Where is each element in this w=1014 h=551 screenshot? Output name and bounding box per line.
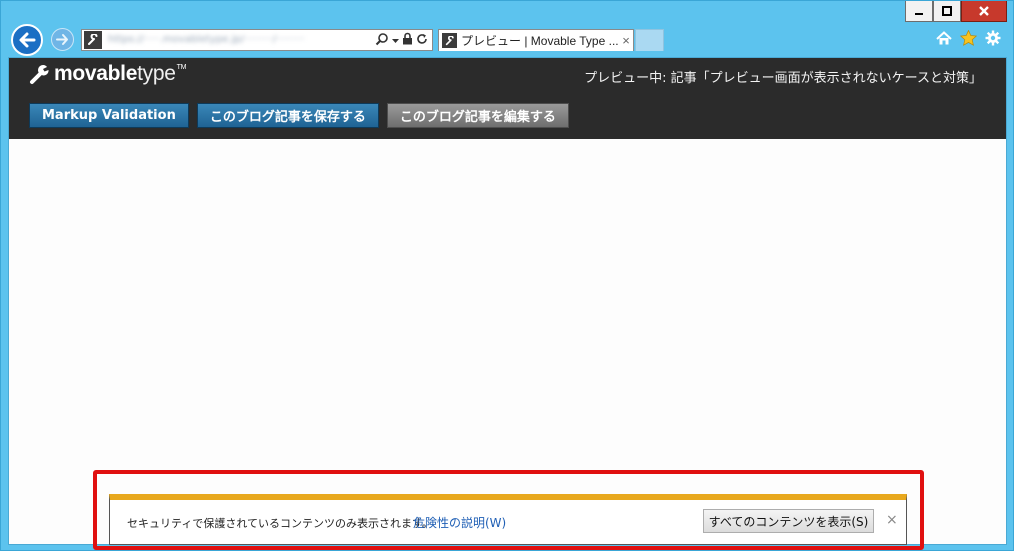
address-bar-icons [375,32,432,49]
search-icon[interactable] [375,32,389,49]
navigation-bar: https://·····.movabletype.jp/·········/·… [1,23,1014,57]
logo-trademark: TM [176,63,187,71]
wrench-favicon-icon [84,31,102,49]
wrench-logo-icon [30,65,49,84]
address-bar[interactable]: https://·····.movabletype.jp/·········/·… [81,29,433,51]
arrow-left-icon [19,32,36,48]
mt-preview-header: movable type TM プレビュー中: 記事「プレビュー画面が表示されないケ… [9,58,1006,139]
markup-validation-button[interactable]: Markup Validation [29,103,189,128]
arrow-right-icon [56,34,68,45]
minimize-icon [915,13,923,15]
logo-text-bold: movable [54,62,138,85]
risk-explanation-link[interactable]: 危険性の説明(W) [413,514,506,531]
refresh-icon[interactable] [416,33,428,48]
window-caption-buttons [905,1,1007,23]
preview-title: プレビュー中: 記事「プレビュー画面が表示されないケースと対策」 [584,71,982,86]
gear-icon[interactable] [985,30,1001,50]
wrench-favicon-icon [442,33,457,48]
save-entry-button[interactable]: このブログ記事を保存する [196,103,379,128]
minimize-button[interactable] [905,1,933,22]
address-url[interactable]: https://·····.movabletype.jp/·········/·… [108,34,375,46]
favorites-star-icon[interactable] [959,29,978,50]
close-window-button[interactable] [961,1,1007,22]
movabletype-logo: movable type TM [29,61,186,87]
lock-icon[interactable] [402,32,413,48]
security-notification-bar: セキュリティで保護されているコンテンツのみ表示されます。 危険性の説明(W) す… [109,494,907,545]
maximize-button[interactable] [933,1,961,22]
notification-message: セキュリティで保護されているコンテンツのみ表示されます。 [127,517,433,530]
tab-title: プレビュー | Movable Type ... [461,34,619,48]
browser-toolbar [936,29,1001,50]
forward-button[interactable] [51,28,74,51]
show-all-content-button[interactable]: すべてのコンテンツを表示(S) [703,509,874,533]
close-notification-button[interactable]: × [886,512,898,528]
new-tab-button[interactable] [635,29,664,51]
close-icon [979,6,989,16]
home-icon[interactable] [936,30,952,50]
edit-entry-button[interactable]: このブログ記事を編集する [386,103,569,128]
maximize-icon [942,6,952,16]
browser-window: https://·····.movabletype.jp/·········/·… [0,0,1014,551]
back-button[interactable] [11,24,43,56]
tab-close-button[interactable]: × [619,33,633,48]
dropdown-arrow-icon[interactable] [392,33,399,47]
tab-preview[interactable]: プレビュー | Movable Type ... × [438,29,634,51]
mt-action-buttons: Markup Validation このブログ記事を保存する このブログ記事を編… [29,103,569,128]
logo-text-light: type [137,62,176,85]
